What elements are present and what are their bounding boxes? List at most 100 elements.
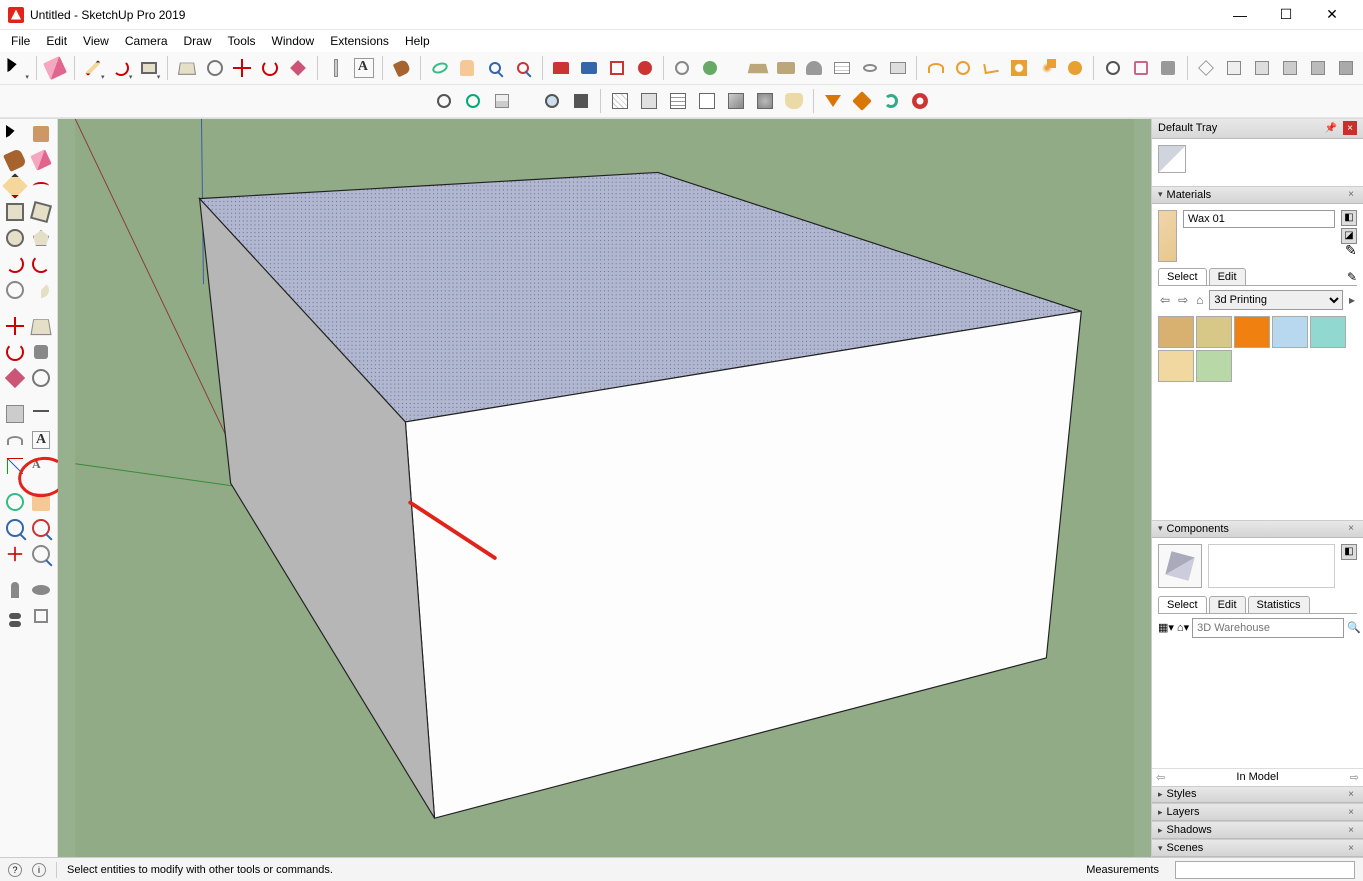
shadows-panel-header[interactable]: Shadows× xyxy=(1152,821,1363,839)
components-stats-tab[interactable]: Statistics xyxy=(1248,596,1310,613)
view-right-icon[interactable] xyxy=(1276,54,1303,82)
line-large[interactable] xyxy=(3,174,27,198)
comp-search-go-icon[interactable]: 🔍 xyxy=(1347,621,1361,634)
material-name-input[interactable] xyxy=(1183,210,1335,228)
viewport[interactable] xyxy=(58,119,1151,857)
sandbox-stamp-icon[interactable] xyxy=(773,54,800,82)
components-search-input[interactable] xyxy=(1192,618,1344,638)
monochrome-icon[interactable] xyxy=(780,87,808,115)
material-swatch[interactable] xyxy=(1196,316,1232,348)
menu-file[interactable]: File xyxy=(3,32,38,50)
push-pull-tool[interactable] xyxy=(173,54,200,82)
mat-fwd-icon[interactable]: ⇨ xyxy=(1176,293,1190,307)
close-styles-icon[interactable]: × xyxy=(1345,789,1357,800)
sandbox-drape-icon[interactable] xyxy=(745,54,772,82)
settings-icon[interactable] xyxy=(906,87,934,115)
hiddenline-icon[interactable] xyxy=(693,87,721,115)
shapes-tool[interactable] xyxy=(135,54,162,82)
material-swatch[interactable] xyxy=(1310,316,1346,348)
menu-camera[interactable]: Camera xyxy=(117,32,176,50)
section-plane-icon[interactable] xyxy=(538,87,566,115)
create-material-icon[interactable]: ◧ xyxy=(1341,210,1357,226)
components-select-tab[interactable]: Select xyxy=(1158,596,1207,613)
section-plane-large[interactable] xyxy=(29,604,53,628)
paint-bucket-large[interactable] xyxy=(3,148,27,172)
move-large[interactable] xyxy=(3,314,27,338)
menu-view[interactable]: View xyxy=(75,32,117,50)
shaded-icon[interactable] xyxy=(722,87,750,115)
rotate-tool[interactable] xyxy=(257,54,284,82)
menu-edit[interactable]: Edit xyxy=(38,32,75,50)
shaded-tex-icon[interactable] xyxy=(751,87,779,115)
offset-tool[interactable] xyxy=(201,54,228,82)
warehouse-icon[interactable] xyxy=(548,54,575,82)
comp-view-icon[interactable]: ▦▾ xyxy=(1158,621,1174,634)
menu-help[interactable]: Help xyxy=(397,32,438,50)
zoom-extents-tool[interactable] xyxy=(510,54,537,82)
axes-icon[interactable] xyxy=(3,454,27,478)
solid-outer-icon[interactable] xyxy=(922,54,949,82)
measurements-input[interactable] xyxy=(1175,861,1355,879)
protractor-icon[interactable] xyxy=(3,428,27,452)
pin-icon[interactable]: 📌 xyxy=(1321,123,1341,134)
view-back-icon[interactable] xyxy=(1304,54,1331,82)
menu-extensions[interactable]: Extensions xyxy=(322,32,397,50)
ext-manager-icon[interactable] xyxy=(631,54,658,82)
components-edit-tab[interactable]: Edit xyxy=(1209,596,1246,613)
solid-intersect-icon[interactable] xyxy=(950,54,977,82)
window-minimize[interactable]: — xyxy=(1217,0,1263,30)
styles-panel-header[interactable]: Styles× xyxy=(1152,786,1363,804)
ext2-icon[interactable] xyxy=(459,87,487,115)
sandbox-flip-icon[interactable] xyxy=(884,54,911,82)
solid-split-icon[interactable] xyxy=(1061,54,1088,82)
make-component-icon[interactable] xyxy=(29,122,53,146)
move-tool[interactable] xyxy=(229,54,256,82)
material-preview-swatch[interactable] xyxy=(1158,210,1177,262)
3d-text-icon[interactable]: A xyxy=(29,454,53,478)
section-display-icon[interactable] xyxy=(567,87,595,115)
color-picker-icon[interactable]: ✎ xyxy=(1345,242,1357,258)
position-camera-icon[interactable] xyxy=(3,578,27,602)
sandbox-smoove-icon[interactable] xyxy=(801,54,828,82)
tape-measure-large[interactable] xyxy=(3,402,27,426)
zoom-extents-large[interactable] xyxy=(3,542,27,566)
view-front-icon[interactable] xyxy=(1249,54,1276,82)
mat-home-icon[interactable]: ⌂ xyxy=(1194,293,1205,307)
components-panel-header[interactable]: Components× xyxy=(1152,520,1363,538)
ext3-icon[interactable] xyxy=(488,87,516,115)
close-shadows-icon[interactable]: × xyxy=(1345,825,1357,836)
material-swatch[interactable] xyxy=(1196,350,1232,382)
materials-panel-header[interactable]: Materials× xyxy=(1152,186,1363,204)
layers-panel-header[interactable]: Layers× xyxy=(1152,803,1363,821)
materials-library-select[interactable]: 3d Printing xyxy=(1209,290,1343,310)
text-large[interactable]: A xyxy=(29,428,53,452)
close-scenes-icon[interactable]: × xyxy=(1345,843,1357,854)
tray-header[interactable]: Default Tray 📌 × xyxy=(1152,119,1363,139)
style-shaded-icon[interactable] xyxy=(1155,54,1182,82)
window-close[interactable]: ✕ xyxy=(1309,0,1355,30)
close-components-icon[interactable]: × xyxy=(1345,523,1357,534)
comp-next-icon[interactable]: ⇨ xyxy=(1350,771,1359,784)
pie-icon[interactable] xyxy=(29,278,53,302)
close-tray-icon[interactable]: × xyxy=(1343,121,1357,135)
window-maximize[interactable]: ☐ xyxy=(1263,0,1309,30)
mat-back-icon[interactable]: ⇦ xyxy=(1158,293,1172,307)
location-icon[interactable] xyxy=(669,54,696,82)
pan-large[interactable] xyxy=(29,490,53,514)
material-swatch[interactable] xyxy=(1234,316,1270,348)
scale-tool[interactable] xyxy=(285,54,312,82)
follow-me-icon[interactable] xyxy=(29,340,53,364)
eraser-large[interactable] xyxy=(29,148,53,172)
sandbox-contour-icon[interactable] xyxy=(856,54,883,82)
zoom-tool[interactable] xyxy=(482,54,509,82)
paint-bucket-tool[interactable] xyxy=(388,54,415,82)
export-icon[interactable] xyxy=(848,87,876,115)
comp-replace-icon[interactable]: ◧ xyxy=(1341,544,1357,560)
layout-icon[interactable] xyxy=(603,54,630,82)
menu-tools[interactable]: Tools xyxy=(220,32,264,50)
line-tool[interactable] xyxy=(80,54,107,82)
3point-arc-icon[interactable] xyxy=(3,278,27,302)
arc-large[interactable] xyxy=(3,252,27,276)
geo-icon[interactable] xyxy=(697,54,724,82)
pan-tool[interactable] xyxy=(454,54,481,82)
